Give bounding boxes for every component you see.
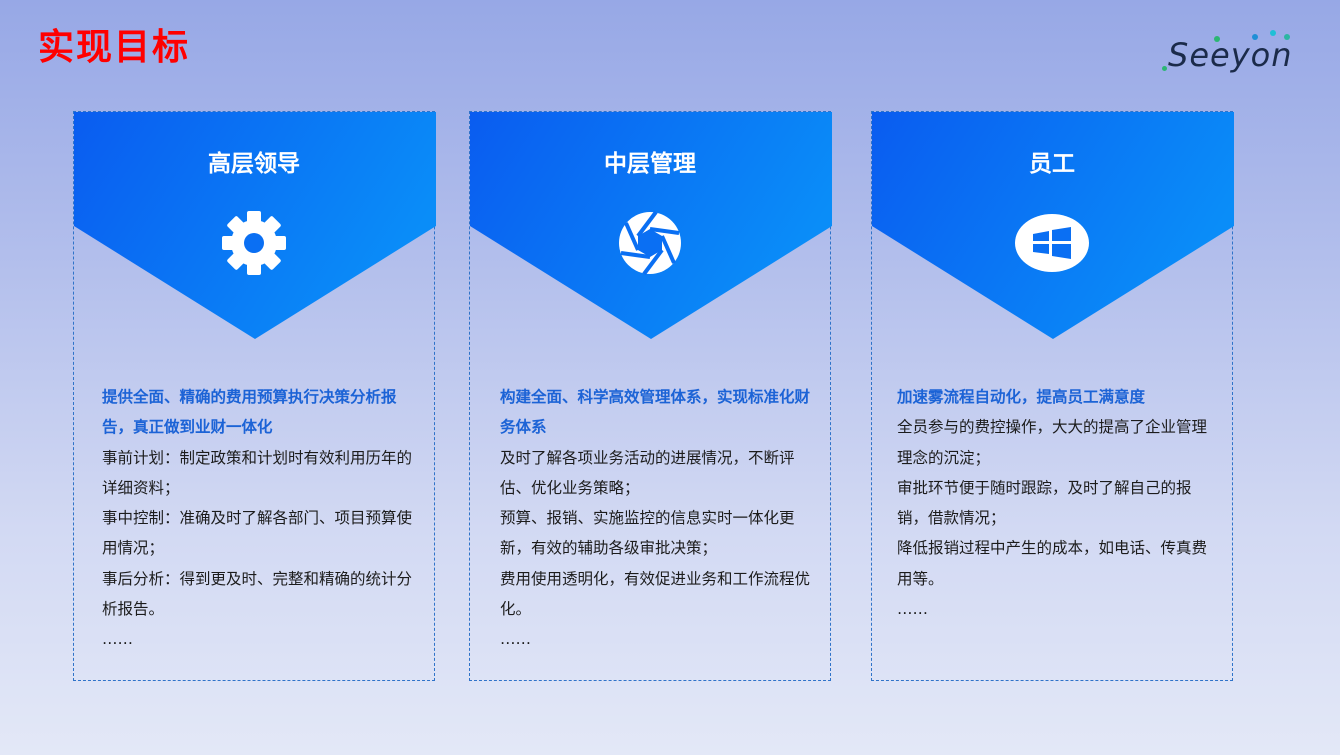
card-title: 高层领导 — [208, 151, 300, 177]
card-middle-management: 中层管理 构建全面、科学高效管理体系，实现标准化财务体系 及时了解各项业务活动的… — [469, 111, 832, 681]
card-line: 事后分析：得到更及时、完整和精确的统计分析报告。 — [102, 569, 413, 619]
card-line: 费用使用透明化，有效促进业务和工作流程优化。 — [500, 569, 811, 619]
card-line: 及时了解各项业务活动的进展情况，不断评估、优化业务策略； — [500, 448, 795, 497]
card-header: 员工 — [872, 112, 1234, 339]
card-header: 高层领导 — [74, 112, 436, 339]
card-body: 加速雾流程自动化，提高员工满意度 全员参与的费控操作，大大的提高了企业管理理念的… — [897, 382, 1207, 624]
card-body: 构建全面、科学高效管理体系，实现标准化财务体系 及时了解各项业务活动的进展情况，… — [500, 382, 810, 655]
card-body: 提供全面、精确的费用预算执行决策分析报告，真正做到业财一体化 事前计划：制定政策… — [102, 382, 412, 655]
seeyon-logo: Seeyon — [1160, 28, 1310, 78]
card-ellipsis: …… — [102, 630, 133, 649]
card-senior-leadership: 高层领导 提供全面、精确的费用预算执行决策分析报告，真正做到业财一体化 事前计划… — [73, 111, 436, 681]
card-ellipsis: …… — [897, 600, 928, 619]
card-line: 预算、报销、实施监控的信息实时一体化更新，有效的辅助各级审批决策； — [500, 509, 795, 558]
card-ellipsis: …… — [500, 630, 531, 649]
gear-icon — [214, 210, 294, 276]
card-headline: 提供全面、精确的费用预算执行决策分析报告，真正做到业财一体化 — [102, 388, 397, 437]
card-line: 降低报销过程中产生的成本，如电话、传真费用等。 — [897, 539, 1208, 588]
card-title: 中层管理 — [604, 151, 696, 177]
logo-wordmark: Seeyon — [1168, 36, 1293, 74]
card-line: 事前计划：制定政策和计划时有效利用历年的详细资料； — [102, 448, 413, 497]
aperture-icon — [610, 210, 690, 276]
card-line: 审批环节便于随时跟踪，及时了解自己的报销，借款情况； — [897, 478, 1192, 528]
card-headline: 构建全面、科学高效管理体系，实现标准化财务体系 — [500, 388, 811, 437]
page-title: 实现目标 — [38, 27, 191, 68]
card-title: 员工 — [1029, 151, 1075, 177]
card-employees: 员工 加速雾流程自动化，提高员工满意度 全员参与的费控操作，大大的提高了企业管理… — [871, 111, 1234, 681]
card-line: 全员参与的费控操作，大大的提高了企业管理理念的沉淀； — [897, 418, 1208, 467]
card-headline: 加速雾流程自动化，提高员工满意度 — [897, 388, 1146, 406]
card-header: 中层管理 — [470, 112, 832, 339]
windows-icon — [1012, 210, 1092, 276]
card-line: 事中控制：准确及时了解各部门、项目预算使用情况； — [102, 509, 413, 558]
